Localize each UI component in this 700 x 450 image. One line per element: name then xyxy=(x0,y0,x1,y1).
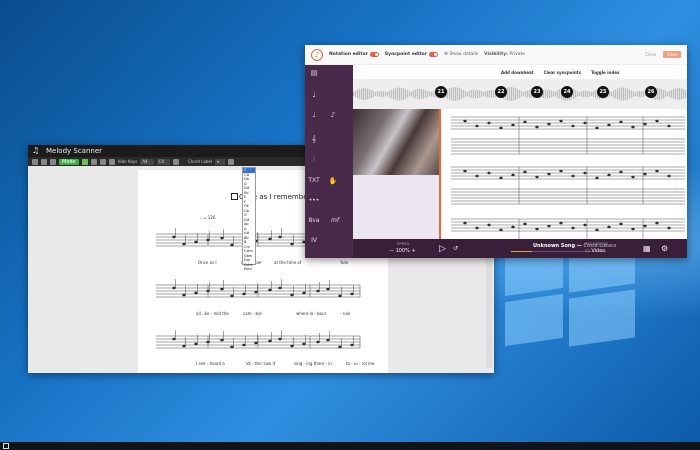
syncpoint-marker[interactable]: 24 xyxy=(561,86,573,98)
editor-header: ♪ Notation editor Syncpoint editor ⚙ Sho… xyxy=(305,45,687,65)
roman-numeral-tool[interactable]: IV xyxy=(306,237,322,244)
start-icon[interactable] xyxy=(3,443,9,449)
more-tools[interactable]: ••• xyxy=(306,197,322,204)
undo-icon[interactable] xyxy=(108,158,115,165)
settings-icon[interactable]: ⚙ xyxy=(661,244,668,253)
print-icon[interactable] xyxy=(99,158,106,165)
soundslice-logo-icon[interactable]: ♪ xyxy=(311,48,323,61)
save-icon[interactable] xyxy=(50,158,56,165)
pitch-select-c[interactable]: C4 xyxy=(156,158,170,165)
lyric: cam - bel xyxy=(243,311,262,316)
note-tool-icon[interactable]: ▤ xyxy=(306,69,322,77)
loop-icon[interactable]: ↺ xyxy=(453,245,458,252)
title-checkbox[interactable] xyxy=(231,193,238,200)
soundslice-window: ♪ Notation editor Syncpoint editor ⚙ Sho… xyxy=(305,45,687,258)
mode-button[interactable]: Mode xyxy=(59,158,79,165)
melody-scanner-logo-icon: ♫ xyxy=(32,146,40,155)
toggle-switch-icon[interactable] xyxy=(429,52,438,57)
syncpoint-editor-toggle[interactable]: Syncpoint editor xyxy=(385,52,438,57)
tempo-marking: ♩ = 126 xyxy=(200,215,216,220)
zoom-icon[interactable] xyxy=(172,158,179,165)
recording-label: RECORDING xyxy=(585,242,609,246)
notation-editor-toggle[interactable]: Notation editor xyxy=(329,52,379,57)
play-icon[interactable] xyxy=(81,158,88,165)
toggle-switch-icon[interactable] xyxy=(369,52,379,57)
video-panel[interactable] xyxy=(353,109,439,239)
visibility-select[interactable]: Visibility: Private xyxy=(484,52,525,57)
sync-actions: Add downbeat Clear syncpoints Toggle ind… xyxy=(353,65,687,79)
key-dropdown-list[interactable]: C C# Db D D# Eb E F F# Gb G G# Ab A A# Bb B Cm C#m Dbm Dm D#m… xyxy=(242,167,256,271)
show-details-link[interactable]: ⚙ Show details xyxy=(444,52,478,57)
playhead[interactable] xyxy=(439,109,441,239)
audio-waveform[interactable]: 21 22 23 24 25 26 27 xyxy=(353,79,687,109)
lyric: to - ui - rol me xyxy=(346,361,375,366)
clear-syncpoints-button[interactable]: Clear syncpoints xyxy=(544,70,581,75)
hide-keys-label[interactable]: Hide Keys xyxy=(118,159,138,165)
text-tool[interactable]: TXT xyxy=(306,177,322,184)
syncpoint-marker[interactable]: 22 xyxy=(495,86,507,98)
notation-score[interactable] xyxy=(439,109,687,257)
chord-select[interactable]: ▾ xyxy=(214,158,225,165)
lyric: Yule xyxy=(340,260,349,265)
lyric: - rule xyxy=(340,311,351,316)
syncpoint-marker[interactable]: 25 xyxy=(597,86,609,98)
pitch-select-a[interactable]: A4 xyxy=(140,158,154,165)
half-note-icon[interactable]: ♩ xyxy=(306,111,322,119)
open-icon[interactable] xyxy=(41,158,47,165)
close-button[interactable]: Close xyxy=(642,51,659,58)
more-icon[interactable] xyxy=(227,158,234,165)
clef-icon[interactable]: 𝄞 xyxy=(306,135,322,144)
hand-icon[interactable]: ✋ xyxy=(325,177,341,185)
speed-label: SPEED xyxy=(397,242,410,246)
add-downbeat-button[interactable]: Add downbeat xyxy=(501,70,534,75)
lyric: at the time of xyxy=(274,260,302,265)
recording-select[interactable]: ▭ Video xyxy=(585,248,605,254)
video-frame[interactable] xyxy=(353,109,439,175)
syncpoint-marker[interactable]: 23 xyxy=(531,86,543,98)
lyric: where la - bour xyxy=(296,311,327,316)
lyric: Va - tter saw it xyxy=(246,361,276,366)
lyric: sing - ing there - in xyxy=(294,361,332,366)
lyric: all , be - mid the xyxy=(196,311,229,316)
lyric: I see - heard a xyxy=(196,361,225,366)
tab-score-graphic xyxy=(451,116,685,257)
play-icon[interactable]: ▷ xyxy=(439,244,446,254)
octave-tool[interactable]: 8va xyxy=(306,217,322,224)
waveform-graphic xyxy=(353,87,687,101)
chord-label: Chord Label xyxy=(187,158,212,164)
dynamics-tool[interactable]: mf xyxy=(327,217,343,224)
stop-icon[interactable] xyxy=(90,158,97,165)
whole-note-icon[interactable]: ♩ xyxy=(306,91,322,99)
syncpoint-marker[interactable]: 26 xyxy=(645,86,657,98)
transport-bar: SPEED — 100% + ▷ ↺ Unknown Song — Costa … xyxy=(353,239,687,258)
bar-icon[interactable]: ⫶ xyxy=(306,155,322,164)
tool-sidebar: ▤ ♩ ♩ ♪ 𝄞 ⫶ TXT ✋ ••• 8va mf IV xyxy=(305,65,353,258)
toggle-index-button[interactable]: Toggle index xyxy=(591,70,620,75)
syncpoint-marker[interactable]: 21 xyxy=(435,86,447,98)
layout-icon[interactable]: ▦ xyxy=(643,244,651,253)
speed-control[interactable]: — 100% + xyxy=(389,248,416,254)
save-button[interactable]: Save xyxy=(663,51,681,58)
dropdown-option[interactable]: Ebm xyxy=(243,267,255,272)
lyric: Once as I xyxy=(198,260,217,265)
file-icon[interactable] xyxy=(32,158,38,165)
quarter-note-icon[interactable]: ♪ xyxy=(325,111,341,119)
window-title: Melody Scanner xyxy=(46,147,103,155)
taskbar xyxy=(0,442,700,450)
